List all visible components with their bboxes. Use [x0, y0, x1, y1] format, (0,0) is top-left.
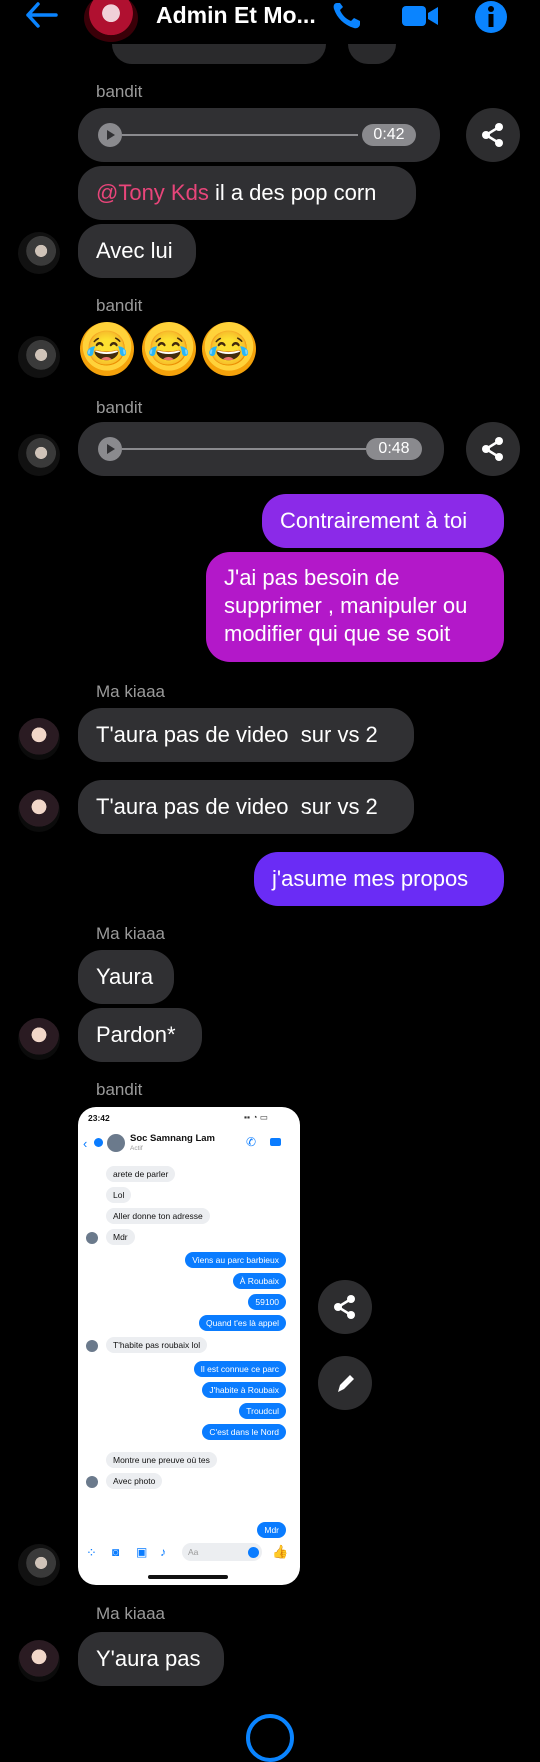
audio-duration: 0:42 [362, 124, 416, 146]
mention[interactable]: @Tony Kds [96, 180, 209, 205]
scroll-loader-icon [246, 1714, 294, 1762]
info-icon[interactable] [474, 0, 508, 34]
mic-icon: ♪ [160, 1545, 166, 1559]
emoji-icon [248, 1547, 259, 1558]
menu-dots-icon: ⁘ [86, 1545, 97, 1560]
composer-placeholder: Aa [188, 1547, 199, 1557]
list-item: Troudcul [239, 1403, 286, 1419]
back-arrow-icon[interactable] [24, 0, 60, 30]
play-icon[interactable] [98, 437, 122, 461]
message-bubble[interactable]: Yaura [78, 950, 174, 1004]
message-text: il a des pop corn [208, 180, 377, 205]
outgoing-message[interactable]: Contrairement à toi [262, 494, 504, 548]
share-button[interactable] [466, 108, 520, 162]
chat-title[interactable]: Admin Et Mo... [156, 2, 316, 29]
previous-message-edge [348, 44, 396, 64]
list-item: Aller donne ton adresse [106, 1208, 210, 1224]
back-icon: ‹ [83, 1136, 88, 1151]
phone-icon[interactable] [330, 0, 364, 32]
message-bubble[interactable]: @Tony Kds il a des pop corn [78, 166, 416, 220]
audio-message[interactable]: 0:42 [78, 108, 440, 162]
status-icons: ▪▪ ◔ ▭ [244, 1112, 268, 1122]
share-icon [482, 123, 503, 147]
contact-avatar [107, 1134, 125, 1152]
message-bubble[interactable]: T'aura pas de video sur vs 2 [78, 780, 414, 834]
video-call-icon[interactable] [400, 2, 440, 30]
share-icon [482, 437, 503, 461]
like-icon: 👍 [272, 1544, 289, 1559]
avatar[interactable] [18, 434, 60, 476]
previous-message-edge [112, 44, 326, 64]
gallery-icon: ▣ [136, 1545, 148, 1559]
play-icon[interactable] [98, 123, 122, 147]
camera-icon: ◙ [112, 1545, 120, 1559]
avatar[interactable] [18, 1018, 60, 1060]
avatar[interactable] [18, 1544, 60, 1586]
contact-avatar [86, 1232, 98, 1244]
message-line: modifier qui que se soit [224, 621, 451, 646]
message-bubble[interactable]: Avec lui [78, 224, 196, 278]
message-bubble[interactable]: Pardon* [78, 1008, 202, 1062]
list-item: Montre une preuve où tes [106, 1452, 217, 1468]
contact-status: Actif [130, 1145, 143, 1152]
rofl-emoji-icon[interactable]: 😂 [80, 322, 134, 376]
contact-avatar [86, 1476, 98, 1488]
message-line: J'ai pas besoin de [224, 565, 400, 590]
contact-name: Soc Samnang Lam [130, 1133, 215, 1144]
avatar[interactable] [18, 790, 60, 832]
list-item: arete de parler [106, 1166, 176, 1182]
list-item: J'habite à Roubaix [202, 1382, 286, 1398]
audio-track[interactable] [122, 134, 358, 136]
sender-name: Ma kiaaa [96, 924, 165, 943]
list-item: Il est connue ce parc [193, 1361, 286, 1377]
message-line: supprimer , manipuler ou [224, 593, 468, 618]
audio-message[interactable]: 0:48 [78, 422, 444, 476]
list-item: Quand t'es là appel [199, 1315, 286, 1331]
edit-button[interactable] [318, 1356, 372, 1410]
list-item: Avec photo [106, 1473, 163, 1489]
list-item: 59100 [248, 1294, 286, 1310]
share-icon [334, 1295, 355, 1319]
unread-badge-icon [94, 1138, 103, 1147]
list-item: C'est dans le Nord [202, 1424, 286, 1440]
contact-avatar [86, 1340, 98, 1352]
share-button[interactable] [318, 1280, 372, 1334]
avatar[interactable] [18, 336, 60, 378]
sender-name: Ma kiaaa [96, 1604, 165, 1623]
list-item: Viens au parc barbieux [185, 1252, 286, 1268]
pencil-icon [338, 1375, 354, 1392]
avatar[interactable] [18, 718, 60, 760]
sender-name: bandit [96, 296, 143, 315]
list-item: Mdr [106, 1229, 135, 1245]
audio-duration: 0:48 [366, 438, 422, 460]
rofl-emoji-icon[interactable]: 😂 [142, 322, 196, 376]
outgoing-message[interactable]: j'asume mes propos [254, 852, 504, 906]
avatar[interactable] [18, 232, 60, 274]
list-item: T'habite pas roubaix lol [106, 1337, 208, 1353]
list-item: Mdr [257, 1522, 286, 1538]
message-bubble[interactable]: Y'aura pas [78, 1632, 224, 1686]
outgoing-message[interactable]: J'ai pas besoin de supprimer , manipuler… [206, 552, 504, 662]
sender-name: Ma kiaaa [96, 682, 165, 701]
video-icon [270, 1138, 281, 1146]
sender-name: bandit [96, 398, 143, 417]
home-indicator [148, 1575, 228, 1579]
list-item: Lol [106, 1187, 132, 1203]
phone-icon: ✆ [246, 1135, 257, 1149]
sender-name: bandit [96, 82, 143, 101]
message-bubble[interactable]: T'aura pas de video sur vs 2 [78, 708, 414, 762]
rofl-emoji-icon[interactable]: 😂 [202, 322, 256, 376]
list-item: À Roubaix [232, 1273, 286, 1289]
sender-name: bandit [96, 1080, 143, 1099]
share-button[interactable] [466, 422, 520, 476]
audio-track[interactable] [122, 448, 366, 450]
avatar[interactable] [18, 1640, 60, 1682]
screenshot-image[interactable]: 23:42 ▪▪ ◔ ▭ ‹ Soc Samnang Lam Actif ✆ a… [78, 1107, 300, 1585]
status-time: 23:42 [88, 1113, 110, 1123]
